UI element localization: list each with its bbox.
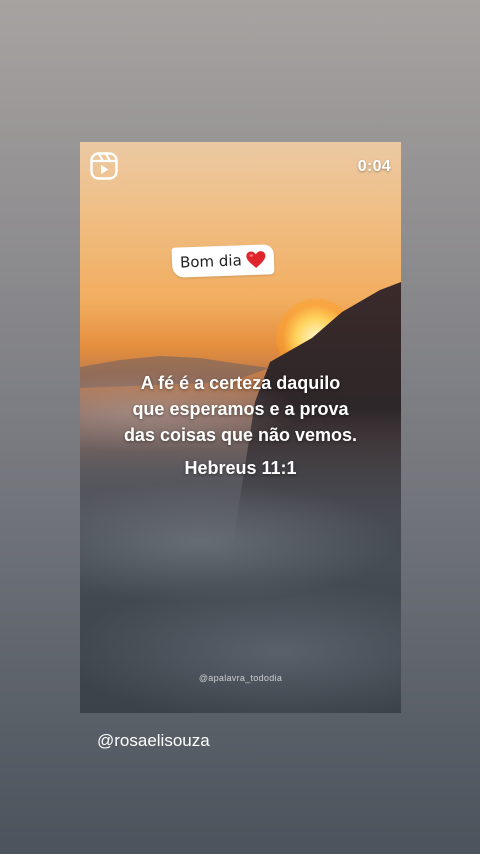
verse-reference: Hebreus 11:1	[184, 458, 297, 478]
sticker-text: Bom dia	[179, 251, 243, 272]
red-heart-icon	[246, 251, 266, 268]
reels-icon	[90, 152, 118, 180]
user-mention-link[interactable]: @rosaelisouza	[97, 731, 210, 751]
verse-line: que esperamos e a prova	[132, 399, 349, 419]
video-timer: 0:04	[357, 158, 391, 175]
reel-preview-card[interactable]: 0:04 Bom dia A fé é a certeza daquilo qu…	[80, 142, 401, 713]
bom-dia-sticker: Bom dia	[171, 244, 275, 278]
verse-line: das coisas que não vemos.	[123, 425, 358, 445]
verse-line: A fé é a certeza daquilo	[140, 373, 341, 393]
verse-text: A fé é a certeza daquilo que esperamos e…	[80, 370, 401, 448]
account-watermark: @apalavra_tododia	[198, 673, 283, 683]
